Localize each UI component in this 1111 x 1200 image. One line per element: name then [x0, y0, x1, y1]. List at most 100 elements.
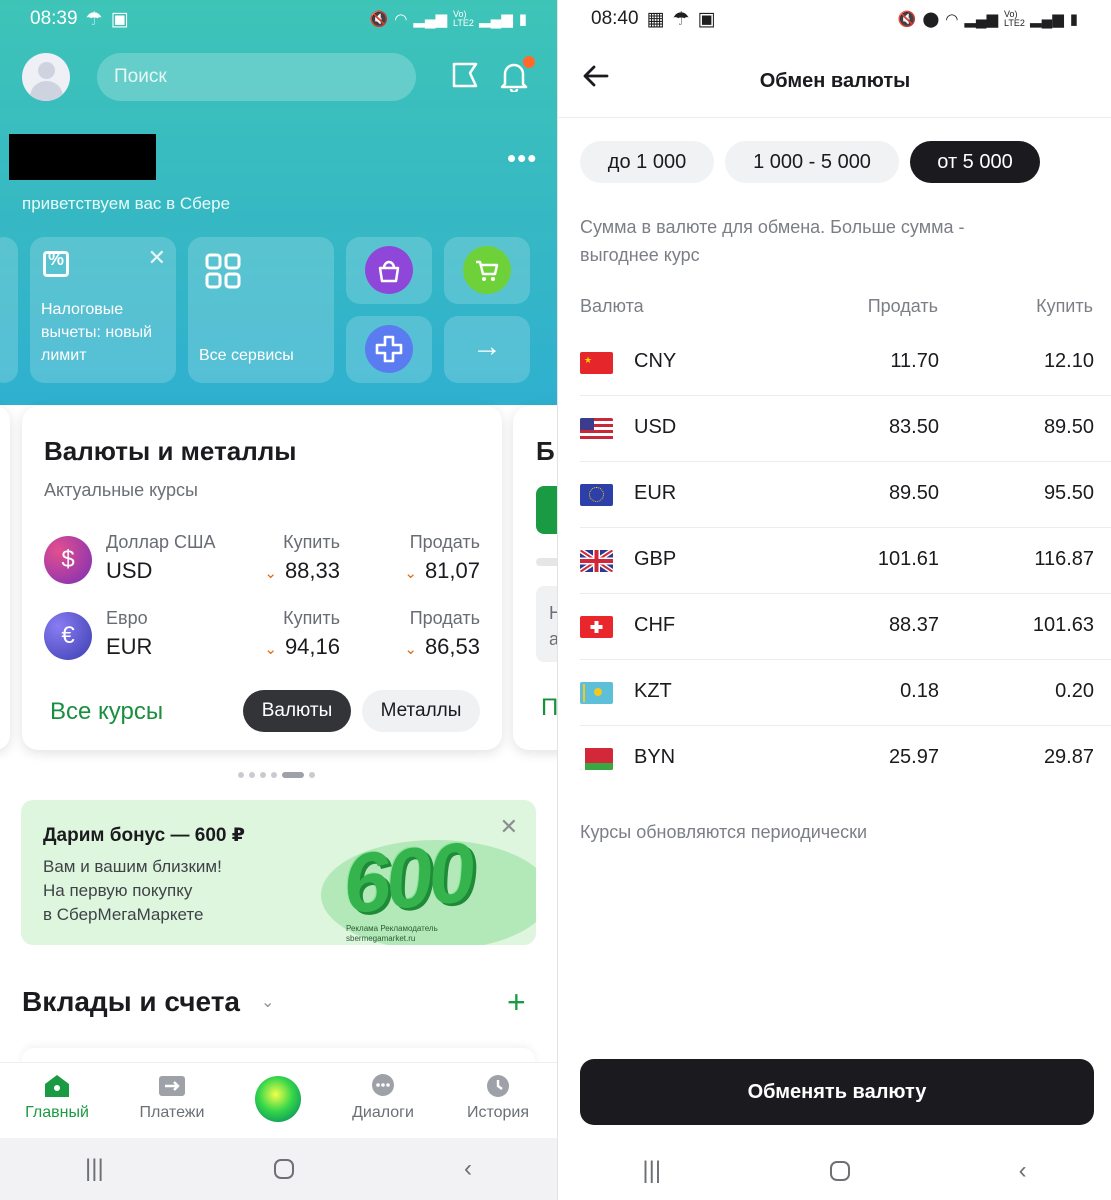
- signal-icon: ▂▄▆: [1030, 11, 1064, 28]
- avatar-head: [38, 62, 55, 79]
- sell-rate: 11.70: [890, 350, 939, 372]
- home-circle-icon[interactable]: [273, 1159, 294, 1179]
- notification-icon: ▣: [110, 8, 129, 30]
- header-divider: [558, 117, 1111, 118]
- all-services-label: Все сервисы: [199, 347, 294, 364]
- more-tiles-button[interactable]: →: [444, 316, 530, 383]
- currency-card-subtitle: Актуальные курсы: [44, 480, 198, 500]
- currency-code: BYN: [634, 746, 676, 768]
- chevron-down-icon[interactable]: ⌄: [261, 992, 274, 1012]
- avatar-body: [30, 81, 63, 101]
- pager-dot: [271, 772, 277, 778]
- search-placeholder: Поиск: [114, 66, 167, 87]
- notification-icon: ▣: [697, 8, 716, 30]
- buy-value: ⌄ 88,33: [264, 558, 340, 584]
- home-circle-icon[interactable]: [829, 1161, 850, 1181]
- bonus-banner[interactable]: Дарим бонус — 600 ₽ Вам и вашим близким!…: [21, 800, 536, 945]
- shop-tile[interactable]: [346, 237, 432, 304]
- flag-icon[interactable]: [450, 60, 480, 97]
- recent-apps-icon[interactable]: |||: [85, 1155, 104, 1183]
- chip-1000-5000[interactable]: 1 000 - 5 000: [725, 141, 899, 183]
- tab-dialogs[interactable]: Диалоги: [333, 1073, 433, 1122]
- tax-deduction-tile[interactable]: % ✕ Налоговые вычеты: новый лимит: [30, 237, 176, 383]
- card-partial-right[interactable]: Б Н а П: [513, 406, 557, 750]
- table-row[interactable]: BYN 25.97 29.87: [580, 726, 1111, 792]
- sell-rate: 88.37: [888, 614, 939, 636]
- currency-code: USD: [106, 558, 153, 583]
- redacted-username: [9, 134, 156, 180]
- table-row[interactable]: CHF 88.37 101.63: [580, 594, 1111, 660]
- banner-text: Вам и вашим близким! На первую покупку в…: [43, 857, 222, 924]
- add-icon[interactable]: +: [507, 984, 526, 1021]
- avatar[interactable]: [22, 53, 70, 101]
- location-icon: ⬤: [922, 11, 940, 28]
- flag-eu-icon: [580, 484, 613, 506]
- tab-label: Платежи: [139, 1104, 205, 1121]
- assistant-orb-icon: [255, 1076, 301, 1122]
- side-card-button[interactable]: [536, 486, 557, 534]
- toggle-currencies[interactable]: Валюты: [243, 690, 351, 732]
- home-icon: [45, 1075, 69, 1097]
- search-input[interactable]: Поиск: [97, 53, 416, 101]
- table-row[interactable]: ★ CNY 11.70 12.10: [580, 330, 1111, 396]
- tab-label: Главный: [25, 1104, 89, 1121]
- side-card-title: Б: [536, 436, 555, 466]
- all-services-tile[interactable]: Все сервисы: [188, 237, 334, 383]
- flag-gb-icon: [580, 550, 613, 572]
- deposits-title[interactable]: Вклады и счета: [22, 986, 240, 1018]
- back-chevron-icon[interactable]: ‹: [464, 1155, 472, 1183]
- table-row[interactable]: USD 83.50 89.50: [580, 396, 1111, 462]
- buy-rate: 29.87: [1043, 746, 1094, 768]
- all-rates-link[interactable]: Все курсы: [50, 698, 163, 726]
- lte-label: Vo) LTE2: [1004, 9, 1025, 28]
- currency-code: EUR: [634, 482, 677, 504]
- wifi-icon: ◠: [945, 11, 959, 28]
- sell-rate: 101.61: [877, 548, 939, 570]
- chip-from-5000[interactable]: от 5 000: [910, 141, 1040, 183]
- pager-dot: [238, 772, 244, 778]
- home-screen: 08:39 ☂ ▣ 🔇 ◠ ▂▄▆ Vo) LTE2 ▂▄▆ ▮ Поиск •…: [0, 0, 557, 1200]
- table-row[interactable]: GBP 101.61 116.87: [580, 528, 1111, 594]
- side-card-link[interactable]: П: [541, 694, 557, 722]
- table-row[interactable]: KZT 0.18 0.20: [580, 660, 1111, 726]
- mute-icon: 🔇: [369, 11, 389, 28]
- status-bar: 08:39 ☂ ▣ 🔇 ◠ ▂▄▆ Vo) LTE2 ▂▄▆ ▮: [0, 0, 557, 38]
- tab-home[interactable]: Главный: [7, 1073, 107, 1122]
- status-time: 08:40: [591, 8, 639, 29]
- currency-code: CNY: [634, 350, 677, 372]
- market-tile[interactable]: [444, 237, 530, 304]
- side-card-box: Н а: [536, 586, 557, 662]
- exchange-currency-button[interactable]: Обменять валюту: [580, 1059, 1094, 1125]
- carousel-pager: [238, 772, 315, 778]
- down-arrow-icon: ⌄: [404, 641, 417, 658]
- pager-dot: [260, 772, 266, 778]
- tab-assistant[interactable]: [228, 1073, 328, 1122]
- amount-hint: Сумма в валюте для обмена. Больше сумма …: [580, 217, 965, 265]
- currency-row-eur[interactable]: € Евро EUR Купить ⌄ 94,16 Продать ⌄ 86,53: [42, 606, 480, 666]
- currency-code: CHF: [634, 614, 676, 636]
- signal-icon: ▂▄▆: [964, 11, 999, 28]
- flag-by-icon: [580, 748, 613, 770]
- tab-history[interactable]: История: [448, 1073, 548, 1122]
- sell-rate: 25.97: [888, 746, 939, 768]
- currency-row-usd[interactable]: $ Доллар США USD Купить ⌄ 88,33 Продать ⌄…: [42, 530, 480, 590]
- currency-code: USD: [634, 416, 677, 438]
- close-icon[interactable]: ✕: [500, 814, 518, 840]
- table-row[interactable]: EUR 89.50 95.50: [580, 462, 1111, 528]
- toggle-metals[interactable]: Металлы: [362, 690, 480, 732]
- chat-icon: [372, 1074, 394, 1096]
- bottom-tab-bar: Главный Платежи Диалоги История: [0, 1062, 557, 1138]
- recent-apps-icon[interactable]: |||: [642, 1157, 661, 1185]
- tile-partial[interactable]: [0, 237, 18, 383]
- close-icon[interactable]: ✕: [148, 245, 166, 271]
- cart-icon: [463, 246, 511, 294]
- currency-card[interactable]: Валюты и металлы Актуальные курсы $ Долл…: [22, 406, 502, 750]
- tab-payments[interactable]: Платежи: [122, 1073, 222, 1122]
- health-tile[interactable]: [346, 316, 432, 383]
- sell-value-text: 86,53: [424, 634, 480, 659]
- currency-code: KZT: [634, 680, 672, 702]
- notification-dot: [523, 56, 535, 68]
- more-icon[interactable]: •••: [507, 143, 537, 174]
- chip-up-to-1000[interactable]: до 1 000: [580, 141, 714, 183]
- back-chevron-icon[interactable]: ‹: [1019, 1157, 1027, 1185]
